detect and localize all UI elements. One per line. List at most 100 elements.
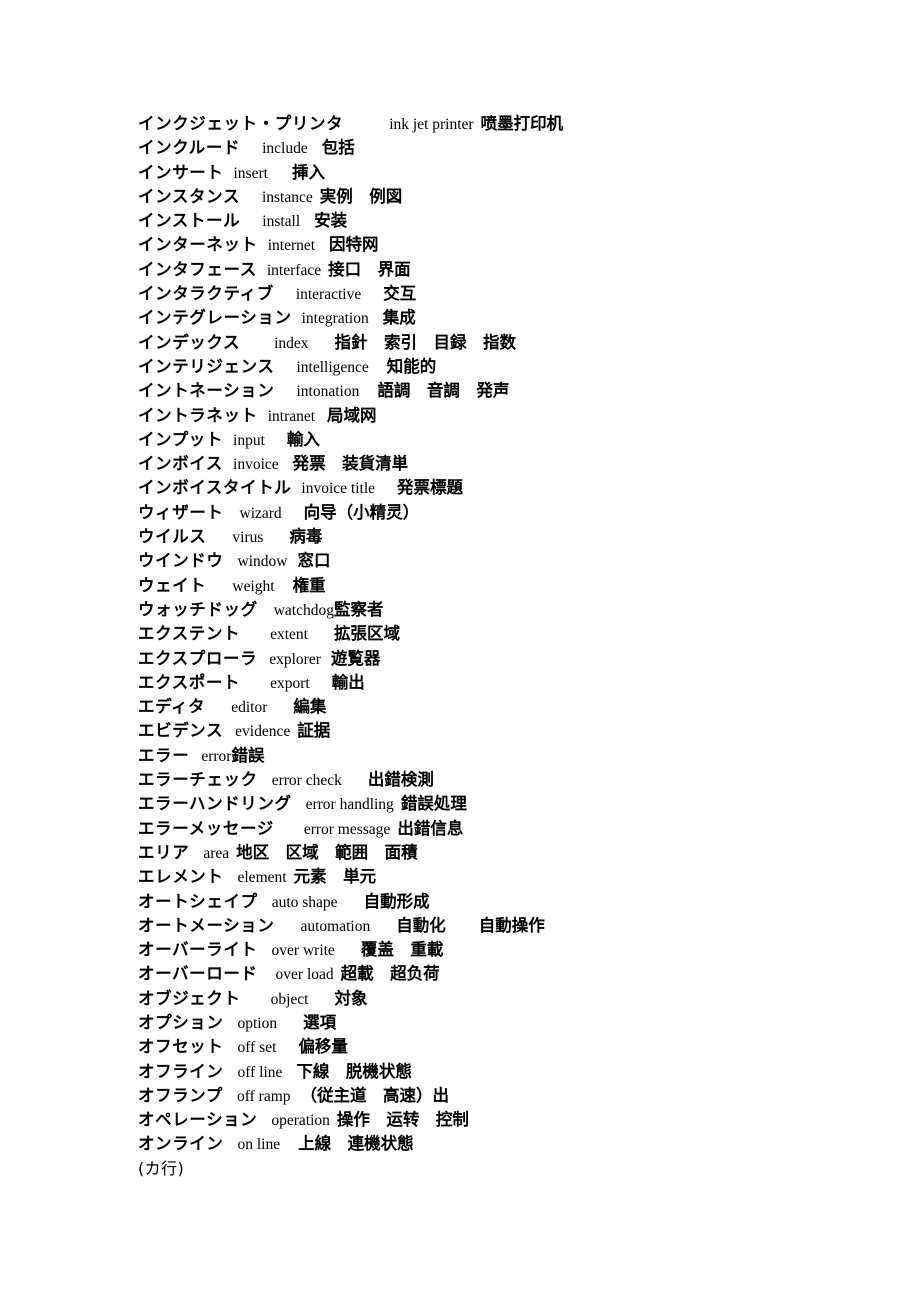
- english-term: element: [237, 869, 287, 887]
- katakana-term: オートシェイプ: [138, 891, 258, 911]
- katakana-term: エディタ: [138, 697, 206, 717]
- glossary-entry: インスタンス instance 実例 例図: [138, 185, 878, 209]
- english-term: index: [274, 334, 309, 352]
- glossary-entry: オンライン on line 上線 連機状態: [138, 1132, 878, 1156]
- english-term: invoice: [233, 456, 279, 474]
- katakana-term: エラーメッセージ: [138, 818, 274, 838]
- katakana-term: ウインドウ: [138, 551, 224, 571]
- chinese-gloss: 発票 装貨清単: [292, 454, 409, 474]
- chinese-gloss: 監察者: [333, 599, 384, 619]
- glossary-entry: オペレーション operation 操作 运转 控制: [138, 1108, 878, 1132]
- english-term: virus: [232, 529, 264, 547]
- glossary-entry: エクスプローラ explorer 遊覧器: [138, 647, 878, 671]
- katakana-term: オンライン: [138, 1134, 224, 1154]
- katakana-term: エリア: [138, 842, 190, 862]
- chinese-gloss: 編集: [293, 697, 327, 717]
- chinese-gloss: 錯誤: [231, 745, 265, 765]
- glossary-entry: インデックス index 指針 索引 目録 指数: [138, 331, 878, 355]
- english-term: ink jet printer: [389, 116, 474, 133]
- chinese-gloss: 集成: [382, 308, 416, 328]
- katakana-term: インタフェース: [138, 259, 257, 279]
- english-term: export: [270, 674, 310, 692]
- glossary-entry: インクルード include 包括: [138, 136, 878, 160]
- english-term: instance: [261, 188, 313, 206]
- glossary-entry: インタフェース interface 接口 界面: [138, 258, 878, 282]
- katakana-term: インボイスタイトル: [138, 478, 292, 498]
- chinese-gloss: 上線 連機状態: [298, 1134, 414, 1154]
- glossary-entry: インサート insert 挿入: [138, 161, 878, 185]
- english-term: over load: [275, 966, 334, 984]
- english-term: area: [203, 844, 230, 862]
- katakana-term: オフセット: [138, 1037, 224, 1057]
- glossary-entry: インターネット internet 因特网: [138, 233, 878, 257]
- glossary-entry: ウィザート wizard 向导（小精灵）: [138, 501, 878, 525]
- katakana-term: インテグレーション: [138, 308, 292, 328]
- katakana-term: ウイルス: [138, 527, 207, 547]
- glossary-entry: ウォッチドッグ watchdog監察者: [138, 598, 878, 622]
- katakana-term: エビデンス: [138, 721, 224, 741]
- glossary-entry: エディタ editor 編集: [138, 695, 878, 719]
- english-term: install: [262, 213, 301, 231]
- katakana-term: オプション: [138, 1012, 224, 1032]
- glossary-entry: インクジェット・プリンタ ink jet printer 喷墨打印机: [138, 112, 878, 136]
- english-term: editor: [231, 699, 268, 717]
- chinese-gloss: 向导（小精灵）: [303, 502, 420, 522]
- chinese-gloss: 下線 脱機状態: [296, 1061, 412, 1081]
- glossary-entry: オートメーション automation 自動化 自動操作: [138, 914, 878, 938]
- glossary-entry: エラーチェック error check 出錯検測: [138, 768, 878, 792]
- section-marker-line: (カ行): [138, 1157, 878, 1181]
- katakana-term: エラーチェック: [138, 770, 258, 790]
- chinese-gloss: 遊覧器: [330, 648, 381, 668]
- english-term: include: [262, 140, 308, 158]
- chinese-gloss: 覆盖 重載: [360, 940, 444, 960]
- chinese-gloss: 輸出: [331, 672, 365, 692]
- chinese-gloss: 輸入: [286, 429, 320, 449]
- chinese-gloss: 出錯信息: [397, 818, 464, 838]
- glossary-entry: インテグレーション integration 集成: [138, 306, 878, 330]
- katakana-term: イントネーション: [138, 381, 275, 401]
- chinese-gloss: 超載 超负荷: [340, 964, 440, 984]
- chinese-gloss: 病毒: [289, 527, 323, 547]
- glossary-entry: インタラクティブ interactive 交互: [138, 282, 878, 306]
- english-term: weight: [232, 577, 275, 595]
- glossary-entry: インボイス invoice 発票 装貨清単: [138, 452, 878, 476]
- katakana-term: インターネット: [138, 235, 258, 255]
- glossary-entry: オブジェクト object 対象: [138, 987, 878, 1011]
- chinese-gloss: 選項: [303, 1012, 337, 1032]
- glossary-entry: エラーハンドリング error handling 錯誤処理: [138, 792, 878, 816]
- chinese-gloss: 安装: [314, 211, 348, 231]
- glossary-entry: エビデンス evidence 証据: [138, 719, 878, 743]
- chinese-gloss: 指針 索引 目録 指数: [334, 332, 517, 352]
- glossary-entry: インボイスタイトル invoice title 発票標題: [138, 476, 878, 500]
- english-term: operation: [271, 1112, 330, 1130]
- chinese-gloss: 因特网: [329, 235, 379, 255]
- english-term: option: [237, 1014, 278, 1032]
- english-term: intonation: [296, 383, 360, 401]
- glossary-entry: エラーメッセージ error message 出錯信息: [138, 817, 878, 841]
- english-term: wizard: [239, 504, 282, 522]
- chinese-gloss: 権重: [292, 575, 326, 595]
- katakana-term: オーバーロード: [138, 964, 258, 984]
- chinese-gloss: 自動形成: [363, 891, 430, 911]
- katakana-term: インクルード: [138, 138, 241, 158]
- english-term: evidence: [235, 723, 291, 741]
- glossary-entry: オフライン off line 下線 脱機状態: [138, 1060, 878, 1084]
- english-term: insert: [233, 164, 268, 182]
- katakana-term: オペレーション: [138, 1110, 258, 1130]
- katakana-term: オフライン: [138, 1061, 224, 1081]
- chinese-gloss: 自動化 自動操作: [396, 915, 545, 935]
- english-term: auto shape: [271, 893, 338, 911]
- glossary-entry: エラー error錯誤: [138, 744, 878, 768]
- katakana-term: オブジェクト: [138, 988, 241, 1008]
- english-term: input: [233, 431, 265, 449]
- english-term: integration: [301, 310, 369, 328]
- glossary-entry: エリア area 地区 区域 範囲 面積: [138, 841, 878, 865]
- glossary-entry: インストール install 安装: [138, 209, 878, 233]
- chinese-gloss: 接口 界面: [328, 259, 411, 279]
- katakana-term: エクスポート: [138, 672, 241, 692]
- english-term: off ramp: [237, 1087, 291, 1105]
- katakana-term: ウェイト: [138, 575, 207, 595]
- glossary-page: インクジェット・プリンタ ink jet printer 喷墨打印机 インクルード in…: [138, 112, 878, 1181]
- katakana-term: オートメーション: [138, 915, 275, 935]
- english-term: intranet: [267, 407, 316, 425]
